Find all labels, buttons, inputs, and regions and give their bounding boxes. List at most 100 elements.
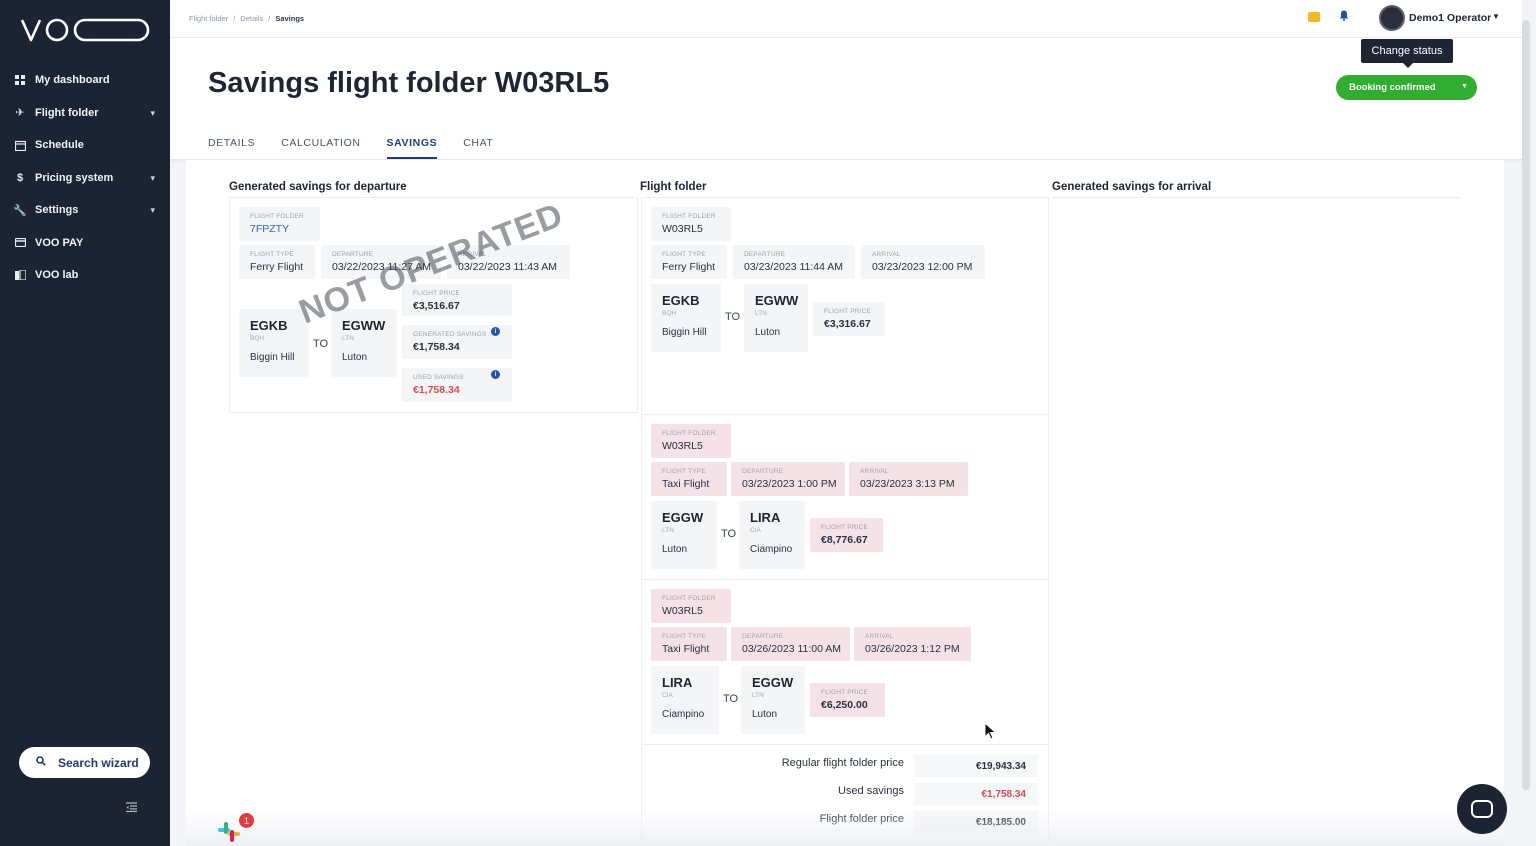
leg-divider (642, 414, 1048, 415)
field-label: DEPARTURE (742, 633, 784, 640)
status-label: Booking confirmed (1349, 82, 1436, 93)
airport-iata: CIA (750, 527, 761, 534)
field-label: GENERATED SAVINGS (413, 331, 487, 338)
airport-iata: CIA (662, 692, 673, 699)
chevron-down-icon[interactable]: ▾ (150, 108, 155, 119)
leg-divider (642, 579, 1048, 580)
airport-city: Biggin Hill (250, 352, 295, 363)
search-wizard-button[interactable]: Search wizard (19, 747, 150, 778)
used-savings-total-value: €1,758.34 (914, 783, 1038, 805)
flight-price-field: FLIGHT PRICE €3,316.67 (813, 302, 885, 336)
change-status-tooltip: Change status (1361, 39, 1453, 68)
info-icon[interactable]: i (491, 327, 500, 336)
search-wizard-label: Search wizard (58, 755, 139, 770)
to-label: TO (313, 338, 329, 350)
regular-price-value: €19,943.34 (914, 755, 1038, 777)
flight-type-field: FLIGHT TYPE Taxi Flight (651, 462, 727, 496)
flight-folder-link[interactable]: 7FPZTY (250, 223, 309, 235)
sidebar-item-voo-pay[interactable]: VOO PAY (0, 227, 170, 260)
voo-logo[interactable] (20, 16, 150, 44)
used-savings-value: €1,758.34 (413, 384, 460, 396)
flight-type-field: FLIGHT TYPE Ferry Flight (651, 245, 727, 279)
tab-savings[interactable]: SAVINGS (386, 137, 438, 159)
airport-code: EGGW (752, 675, 794, 690)
flight-type-field: FLIGHT TYPE Taxi Flight (651, 627, 727, 661)
notification-badge: 1 (238, 812, 255, 829)
sidebar-item-flight-folder[interactable]: ✈ Flight folder ▾ (0, 97, 170, 130)
wrench-icon: 🔧 (13, 204, 27, 217)
dollar-icon: $ (16, 171, 24, 184)
tab-details[interactable]: DETAILS (208, 137, 255, 159)
departure-savings-title: Generated savings for departure (229, 181, 407, 193)
field-label: FLIGHT FOLDER (662, 213, 716, 220)
generated-savings-value: €1,758.34 (413, 341, 460, 353)
breadcrumb-flight-folder[interactable]: Flight folder (189, 14, 228, 23)
flight-folder-title: Flight folder (640, 181, 707, 193)
sidebar-item-label: Flight folder (35, 106, 99, 119)
airport-city: Luton (662, 544, 688, 555)
flight-price-field: FLIGHT PRICE €3,516.67 (402, 284, 512, 316)
field-label: FLIGHT PRICE (413, 290, 461, 297)
airport-iata: BQH (662, 310, 677, 317)
field-label: ARRIVAL (860, 468, 889, 475)
dashboard-icon (14, 74, 26, 86)
airport-city: Luton (342, 352, 368, 363)
tab-calculation[interactable]: CALCULATION (281, 137, 360, 159)
mouse-cursor-icon (984, 722, 997, 740)
leg-divider (642, 744, 1048, 745)
arrival-time-value: 03/23/2023 12:00 PM (872, 261, 973, 273)
regular-price-label: Regular flight folder price (781, 757, 904, 769)
airport-code: EGKB (250, 318, 288, 333)
origin-airport: EGGW LTN Luton (651, 501, 717, 569)
arrival-time-value: 03/23/2023 3:13 PM (860, 478, 955, 490)
caret-down-icon[interactable]: ▼ (1492, 12, 1500, 21)
breadcrumb-details[interactable]: Details (240, 14, 263, 23)
status-dropdown-button[interactable]: Booking confirmed ▼ (1336, 75, 1477, 100)
final-price-value: €18,185.00 (914, 811, 1038, 833)
airport-code: EGWW (755, 293, 799, 308)
sidebar: My dashboard ✈ Flight folder ▾ Schedule … (0, 0, 170, 846)
flight-price-value: €6,250.00 (821, 699, 868, 711)
departure-savings-card[interactable]: FLIGHT FOLDER 7FPZTY FLIGHT TYPE Ferry F… (229, 197, 638, 413)
chevron-down-icon[interactable]: ▾ (150, 173, 155, 184)
field-label: FLIGHT TYPE (662, 633, 706, 640)
chat-support-button[interactable] (1457, 784, 1507, 834)
arrival-time-field: ARRIVAL 03/22/2023 11:43 AM (447, 245, 570, 279)
sidebar-item-voo-lab[interactable]: VOO lab (0, 259, 170, 292)
collapse-sidebar-icon[interactable] (126, 802, 138, 814)
scrollbar[interactable] (1522, 20, 1530, 790)
chevron-down-icon[interactable]: ▾ (150, 205, 155, 216)
sidebar-item-settings[interactable]: 🔧 Settings ▾ (0, 194, 170, 227)
caret-down-icon[interactable]: ▼ (1461, 83, 1468, 90)
flight-type-field: FLIGHT TYPE Ferry Flight (239, 245, 315, 279)
airport-code: LIRA (662, 675, 693, 690)
origin-airport: EGKB BQH Biggin Hill (651, 284, 721, 352)
info-icon[interactable]: i (491, 370, 500, 379)
departure-time-field: DEPARTURE 03/26/2023 11:00 AM (731, 627, 850, 661)
page-title: Savings flight folder W03RL5 (208, 67, 610, 99)
flight-folder-value: W03RL5 (662, 605, 703, 617)
departure-time-value: 03/23/2023 11:44 AM (744, 261, 844, 273)
field-label: ARRIVAL (872, 251, 901, 258)
origin-airport: EGKB BQH Biggin Hill (239, 309, 309, 377)
destination-airport: EGGW LTN Luton (741, 666, 805, 734)
airport-iata: LTN (752, 692, 764, 699)
breadcrumb: Flight folder / Details / Savings (189, 14, 305, 23)
airport-iata: BQH (250, 335, 265, 342)
final-price-label: Flight folder price (819, 813, 904, 825)
sidebar-item-my-dashboard[interactable]: My dashboard (0, 64, 170, 97)
sidebar-item-pricing-system[interactable]: $ Pricing system ▾ (0, 162, 170, 195)
flight-folder-field: FLIGHT FOLDER 7FPZTY (239, 207, 320, 241)
field-label: FLIGHT FOLDER (250, 213, 304, 220)
tab-chat[interactable]: CHAT (463, 137, 493, 159)
flight-folder-value: W03RL5 (662, 440, 703, 452)
sidebar-item-schedule[interactable]: Schedule (0, 129, 170, 162)
bell-icon[interactable] (1339, 10, 1349, 24)
user-name[interactable]: Demo1 Operator (1409, 12, 1491, 24)
field-label: DEPARTURE (744, 251, 786, 258)
chat-icon (1471, 800, 1493, 818)
airport-code: EGKB (662, 293, 700, 308)
messages-icon[interactable] (1308, 12, 1320, 22)
avatar[interactable] (1379, 5, 1405, 31)
sidebar-item-label: My dashboard (35, 74, 110, 87)
